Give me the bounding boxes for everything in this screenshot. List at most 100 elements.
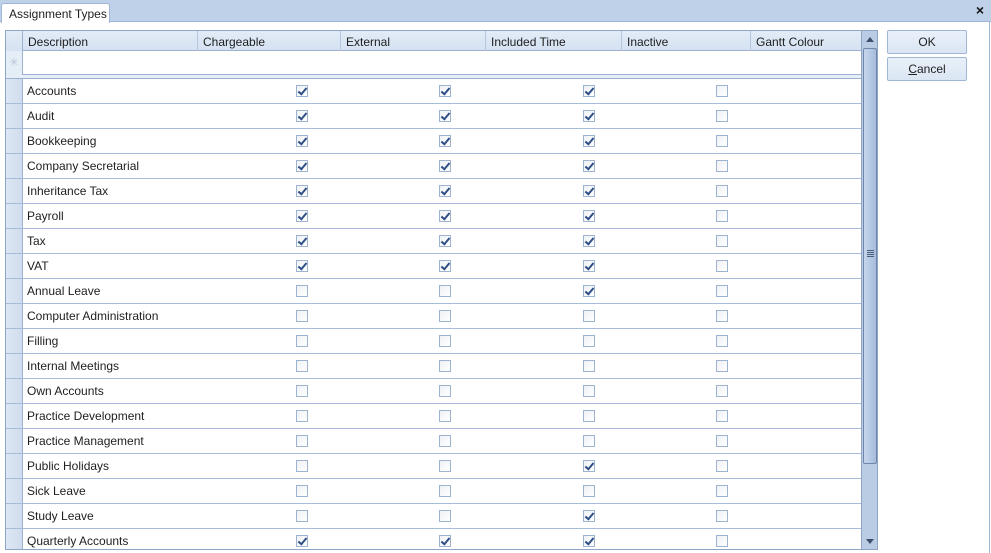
checkbox-included-time[interactable] xyxy=(583,235,595,247)
checkbox-included-time[interactable] xyxy=(583,160,595,172)
cell-gantt-colour[interactable] xyxy=(750,279,861,303)
checkbox-chargeable[interactable] xyxy=(296,185,308,197)
row-selector[interactable] xyxy=(6,304,23,328)
checkbox-included-time[interactable] xyxy=(583,410,595,422)
table-row[interactable]: VAT xyxy=(6,254,861,279)
checkbox-external[interactable] xyxy=(439,485,451,497)
checkbox-external[interactable] xyxy=(439,385,451,397)
checkbox-included-time[interactable] xyxy=(583,535,595,547)
table-row[interactable]: Tax xyxy=(6,229,861,254)
vertical-scrollbar[interactable] xyxy=(861,31,877,549)
checkbox-inactive[interactable] xyxy=(716,335,728,347)
cell-gantt-colour[interactable] xyxy=(750,529,861,549)
checkbox-inactive[interactable] xyxy=(716,535,728,547)
checkbox-chargeable[interactable] xyxy=(296,285,308,297)
cell-gantt-colour[interactable] xyxy=(750,179,861,203)
tab-assignment-types[interactable]: Assignment Types xyxy=(1,3,110,23)
checkbox-external[interactable] xyxy=(439,285,451,297)
checkbox-inactive[interactable] xyxy=(716,135,728,147)
checkbox-chargeable[interactable] xyxy=(296,235,308,247)
checkbox-included-time[interactable] xyxy=(583,460,595,472)
column-header-inactive[interactable]: Inactive xyxy=(621,31,750,51)
checkbox-inactive[interactable] xyxy=(716,435,728,447)
checkbox-included-time[interactable] xyxy=(583,435,595,447)
cell-gantt-colour[interactable] xyxy=(750,379,861,403)
header-row-selector[interactable] xyxy=(6,31,23,51)
checkbox-inactive[interactable] xyxy=(716,185,728,197)
table-row[interactable]: Practice Development xyxy=(6,404,861,429)
checkbox-included-time[interactable] xyxy=(583,485,595,497)
cell-description[interactable]: Inheritance Tax xyxy=(27,184,108,198)
checkbox-included-time[interactable] xyxy=(583,210,595,222)
checkbox-external[interactable] xyxy=(439,510,451,522)
checkbox-chargeable[interactable] xyxy=(296,460,308,472)
cell-gantt-colour[interactable] xyxy=(750,129,861,153)
checkbox-inactive[interactable] xyxy=(716,485,728,497)
checkbox-inactive[interactable] xyxy=(716,160,728,172)
table-row[interactable]: Sick Leave xyxy=(6,479,861,504)
scrollbar-thumb[interactable] xyxy=(863,48,877,464)
row-selector[interactable] xyxy=(6,354,23,378)
cell-gantt-colour[interactable] xyxy=(750,79,861,103)
row-selector[interactable] xyxy=(6,79,23,103)
checkbox-external[interactable] xyxy=(439,260,451,272)
row-selector[interactable] xyxy=(6,429,23,453)
checkbox-inactive[interactable] xyxy=(716,310,728,322)
cell-description[interactable]: Practice Management xyxy=(27,434,144,448)
checkbox-external[interactable] xyxy=(439,160,451,172)
column-header-chargeable[interactable]: Chargeable xyxy=(197,31,340,51)
cell-gantt-colour[interactable] xyxy=(750,454,861,478)
checkbox-chargeable[interactable] xyxy=(296,110,308,122)
checkbox-included-time[interactable] xyxy=(583,510,595,522)
cell-gantt-colour[interactable] xyxy=(750,504,861,528)
cell-description[interactable]: Internal Meetings xyxy=(27,359,119,373)
table-row[interactable]: Filling xyxy=(6,329,861,354)
row-selector[interactable] xyxy=(6,329,23,353)
table-row[interactable]: Quarterly Accounts xyxy=(6,529,861,549)
row-selector[interactable] xyxy=(6,129,23,153)
cell-description[interactable]: Tax xyxy=(27,234,46,248)
cell-description[interactable]: Filling xyxy=(27,334,58,348)
close-icon[interactable]: × xyxy=(972,2,988,18)
checkbox-inactive[interactable] xyxy=(716,210,728,222)
table-row[interactable]: Practice Management xyxy=(6,429,861,454)
cell-description[interactable]: Accounts xyxy=(27,84,76,98)
table-row[interactable]: Bookkeeping xyxy=(6,129,861,154)
checkbox-chargeable[interactable] xyxy=(296,385,308,397)
checkbox-inactive[interactable] xyxy=(716,235,728,247)
table-row[interactable]: Own Accounts xyxy=(6,379,861,404)
checkbox-inactive[interactable] xyxy=(716,385,728,397)
row-selector[interactable] xyxy=(6,454,23,478)
checkbox-included-time[interactable] xyxy=(583,335,595,347)
checkbox-external[interactable] xyxy=(439,435,451,447)
checkbox-chargeable[interactable] xyxy=(296,360,308,372)
checkbox-included-time[interactable] xyxy=(583,110,595,122)
column-header-description[interactable]: Description xyxy=(23,31,197,51)
checkbox-inactive[interactable] xyxy=(716,460,728,472)
checkbox-inactive[interactable] xyxy=(716,260,728,272)
table-row[interactable]: Computer Administration xyxy=(6,304,861,329)
table-row[interactable]: Audit xyxy=(6,104,861,129)
checkbox-inactive[interactable] xyxy=(716,110,728,122)
checkbox-inactive[interactable] xyxy=(716,410,728,422)
table-row[interactable]: Study Leave xyxy=(6,504,861,529)
column-header-gantt-colour[interactable]: Gantt Colour xyxy=(750,31,861,51)
cell-gantt-colour[interactable] xyxy=(750,354,861,378)
column-header-external[interactable]: External xyxy=(340,31,485,51)
checkbox-chargeable[interactable] xyxy=(296,160,308,172)
checkbox-included-time[interactable] xyxy=(583,260,595,272)
cell-gantt-colour[interactable] xyxy=(750,329,861,353)
checkbox-chargeable[interactable] xyxy=(296,410,308,422)
checkbox-external[interactable] xyxy=(439,535,451,547)
checkbox-included-time[interactable] xyxy=(583,310,595,322)
checkbox-inactive[interactable] xyxy=(716,360,728,372)
cell-description[interactable]: Quarterly Accounts xyxy=(27,534,128,548)
checkbox-external[interactable] xyxy=(439,85,451,97)
checkbox-inactive[interactable] xyxy=(716,85,728,97)
cell-gantt-colour[interactable] xyxy=(750,479,861,503)
cell-gantt-colour[interactable] xyxy=(750,254,861,278)
row-selector[interactable] xyxy=(6,229,23,253)
checkbox-chargeable[interactable] xyxy=(296,435,308,447)
checkbox-external[interactable] xyxy=(439,410,451,422)
table-row[interactable]: Public Holidays xyxy=(6,454,861,479)
